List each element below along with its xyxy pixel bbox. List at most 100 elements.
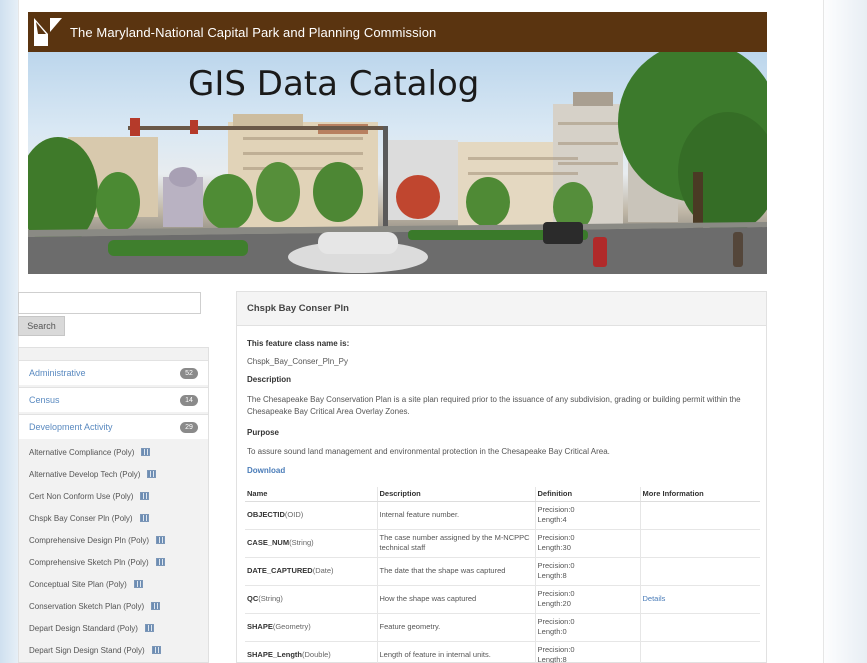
field-description: The case number assigned by the M-NCPPC … [376,529,535,558]
mncppc-logo-icon[interactable] [30,12,66,52]
search-button[interactable]: Search [18,316,65,336]
layer-item[interactable]: Chspk Bay Conser Pln (Poly) [29,507,149,529]
layer-item[interactable]: Alternative Develop Tech (Poly) [29,463,157,485]
more-info-cell [639,557,760,586]
precision: Precision:0 [537,617,575,626]
table-row: CASE_NUM(String) The case number assigne… [245,529,760,558]
table-row: QC(String) How the shape was captured Pr… [245,585,760,614]
category-development-activity[interactable]: Development Activity 29 [19,414,208,439]
count-badge: 29 [180,421,198,433]
table-icon[interactable] [147,470,157,478]
length: Length:8 [537,655,567,663]
precision: Precision:0 [537,505,575,514]
field-name: QC [247,594,259,603]
length: Length:30 [537,543,571,552]
layer-label[interactable]: Conservation Sketch Plan (Poly) [29,602,144,611]
field-definition: Precision:0 Length:4 [534,501,640,530]
layer-detail-panel: Chspk Bay Conser Pln This feature class … [236,291,767,663]
field-description: Length of feature in internal units. [376,641,535,663]
table-icon[interactable] [133,580,143,588]
field-definition: Precision:0 Length:20 [534,585,640,614]
layer-label[interactable]: Comprehensive Sketch Pln (Poly) [29,558,149,567]
table-icon[interactable] [155,558,165,566]
layer-label[interactable]: Conceptual Site Plan (Poly) [29,580,127,589]
class-name-value: Chspk_Bay_Conser_Pln_Py [247,357,348,366]
table-icon[interactable] [156,536,166,544]
layer-label[interactable]: Alternative Compliance (Poly) [29,448,134,457]
table-row: SHAPE_Length(Double) Length of feature i… [245,641,760,663]
field-description: Internal feature number. [376,501,535,530]
layer-item[interactable]: Depart Design Standard (Poly) [29,617,154,639]
field-name-cell: DATE_CAPTURED(Date) [245,557,377,586]
layer-item[interactable]: Cert Non Conform Use (Poly) [29,485,150,507]
layer-heading: Chspk Bay Conser Pln [237,292,766,326]
table-row: SHAPE(Geometry) Feature geometry. Precis… [245,613,760,642]
field-name-cell: SHAPE(Geometry) [245,613,377,642]
org-title: The Maryland-National Capital Park and P… [70,24,437,40]
table-row: OBJECTID(OID) Internal feature number. P… [245,501,760,530]
table-icon[interactable] [140,492,150,500]
field-description: The date that the shape was captured [376,557,535,586]
field-type: (String) [289,538,314,547]
field-name-cell: SHAPE_Length(Double) [245,641,377,663]
precision: Precision:0 [537,561,575,570]
banner-image: GIS Data Catalog [28,52,767,274]
field-name-cell: OBJECTID(OID) [245,501,377,530]
table-icon[interactable] [141,448,151,456]
column-header: Definition [534,487,640,502]
layer-label[interactable]: Depart Design Standard (Poly) [29,624,138,633]
download-link[interactable]: Download [247,466,285,475]
field-name: DATE_CAPTURED [247,566,313,575]
banner-title: GIS Data Catalog [188,64,480,104]
sidebar-categories: Administrative 52 Census 14 Development … [18,347,209,663]
table-icon[interactable] [139,514,149,522]
field-type: (Double) [302,650,331,659]
table-icon[interactable] [151,602,161,610]
more-info-cell [639,641,760,663]
category-census[interactable]: Census 14 [19,387,208,412]
category-label[interactable]: Administrative [29,368,86,378]
more-info-cell [639,613,760,642]
field-name: CASE_NUM [247,538,290,547]
layer-label[interactable]: Chspk Bay Conser Pln (Poly) [29,514,133,523]
purpose-label: Purpose [247,428,280,437]
precision: Precision:0 [537,589,575,598]
field-definition: Precision:0 Length:0 [534,613,640,642]
precision: Precision:0 [537,533,575,542]
more-info-cell [639,529,760,558]
details-link[interactable]: Details [643,594,666,603]
layer-item[interactable]: Comprehensive Design Pln (Poly) [29,529,166,551]
field-name-cell: QC(String) [245,585,377,614]
layer-item[interactable]: Comprehensive Sketch Pln (Poly) [29,551,165,573]
search-input[interactable] [18,292,201,314]
category-label[interactable]: Development Activity [29,422,113,432]
layer-label[interactable]: Comprehensive Design Pln (Poly) [29,536,149,545]
field-description: How the shape was captured [376,585,535,614]
category-administrative[interactable]: Administrative 52 [19,360,208,385]
class-name-label: This feature class name is: [247,339,350,348]
layer-label[interactable]: Alternative Develop Tech (Poly) [29,470,140,479]
table-icon[interactable] [151,646,161,654]
table-row: DATE_CAPTURED(Date) The date that the sh… [245,557,760,586]
count-badge: 52 [180,367,198,379]
layer-item[interactable]: Conservation Sketch Plan (Poly) [29,595,161,617]
layer-item[interactable]: Conceptual Site Plan (Poly) [29,573,143,595]
precision: Precision:0 [537,645,575,654]
layer-label[interactable]: Cert Non Conform Use (Poly) [29,492,133,501]
length: Length:4 [537,515,567,524]
table-header-row: Name Description Definition More Informa… [245,487,760,502]
layer-item[interactable]: Alternative Compliance (Poly) [29,441,151,463]
category-label[interactable]: Census [29,395,60,405]
more-info-cell [639,501,760,530]
field-type: (Date) [312,566,334,575]
site-header: The Maryland-National Capital Park and P… [28,12,767,52]
column-header: Description [376,487,535,502]
field-type: (OID) [284,510,304,519]
length: Length:20 [537,599,571,608]
layer-label[interactable]: Depart Sign Design Stand (Poly) [29,646,145,655]
layer-item[interactable]: Depart Sign Design Stand (Poly) [29,639,161,661]
table-icon[interactable] [144,624,154,632]
description-label: Description [247,375,292,384]
field-type: (Geometry) [272,622,311,631]
count-badge: 14 [180,394,198,406]
